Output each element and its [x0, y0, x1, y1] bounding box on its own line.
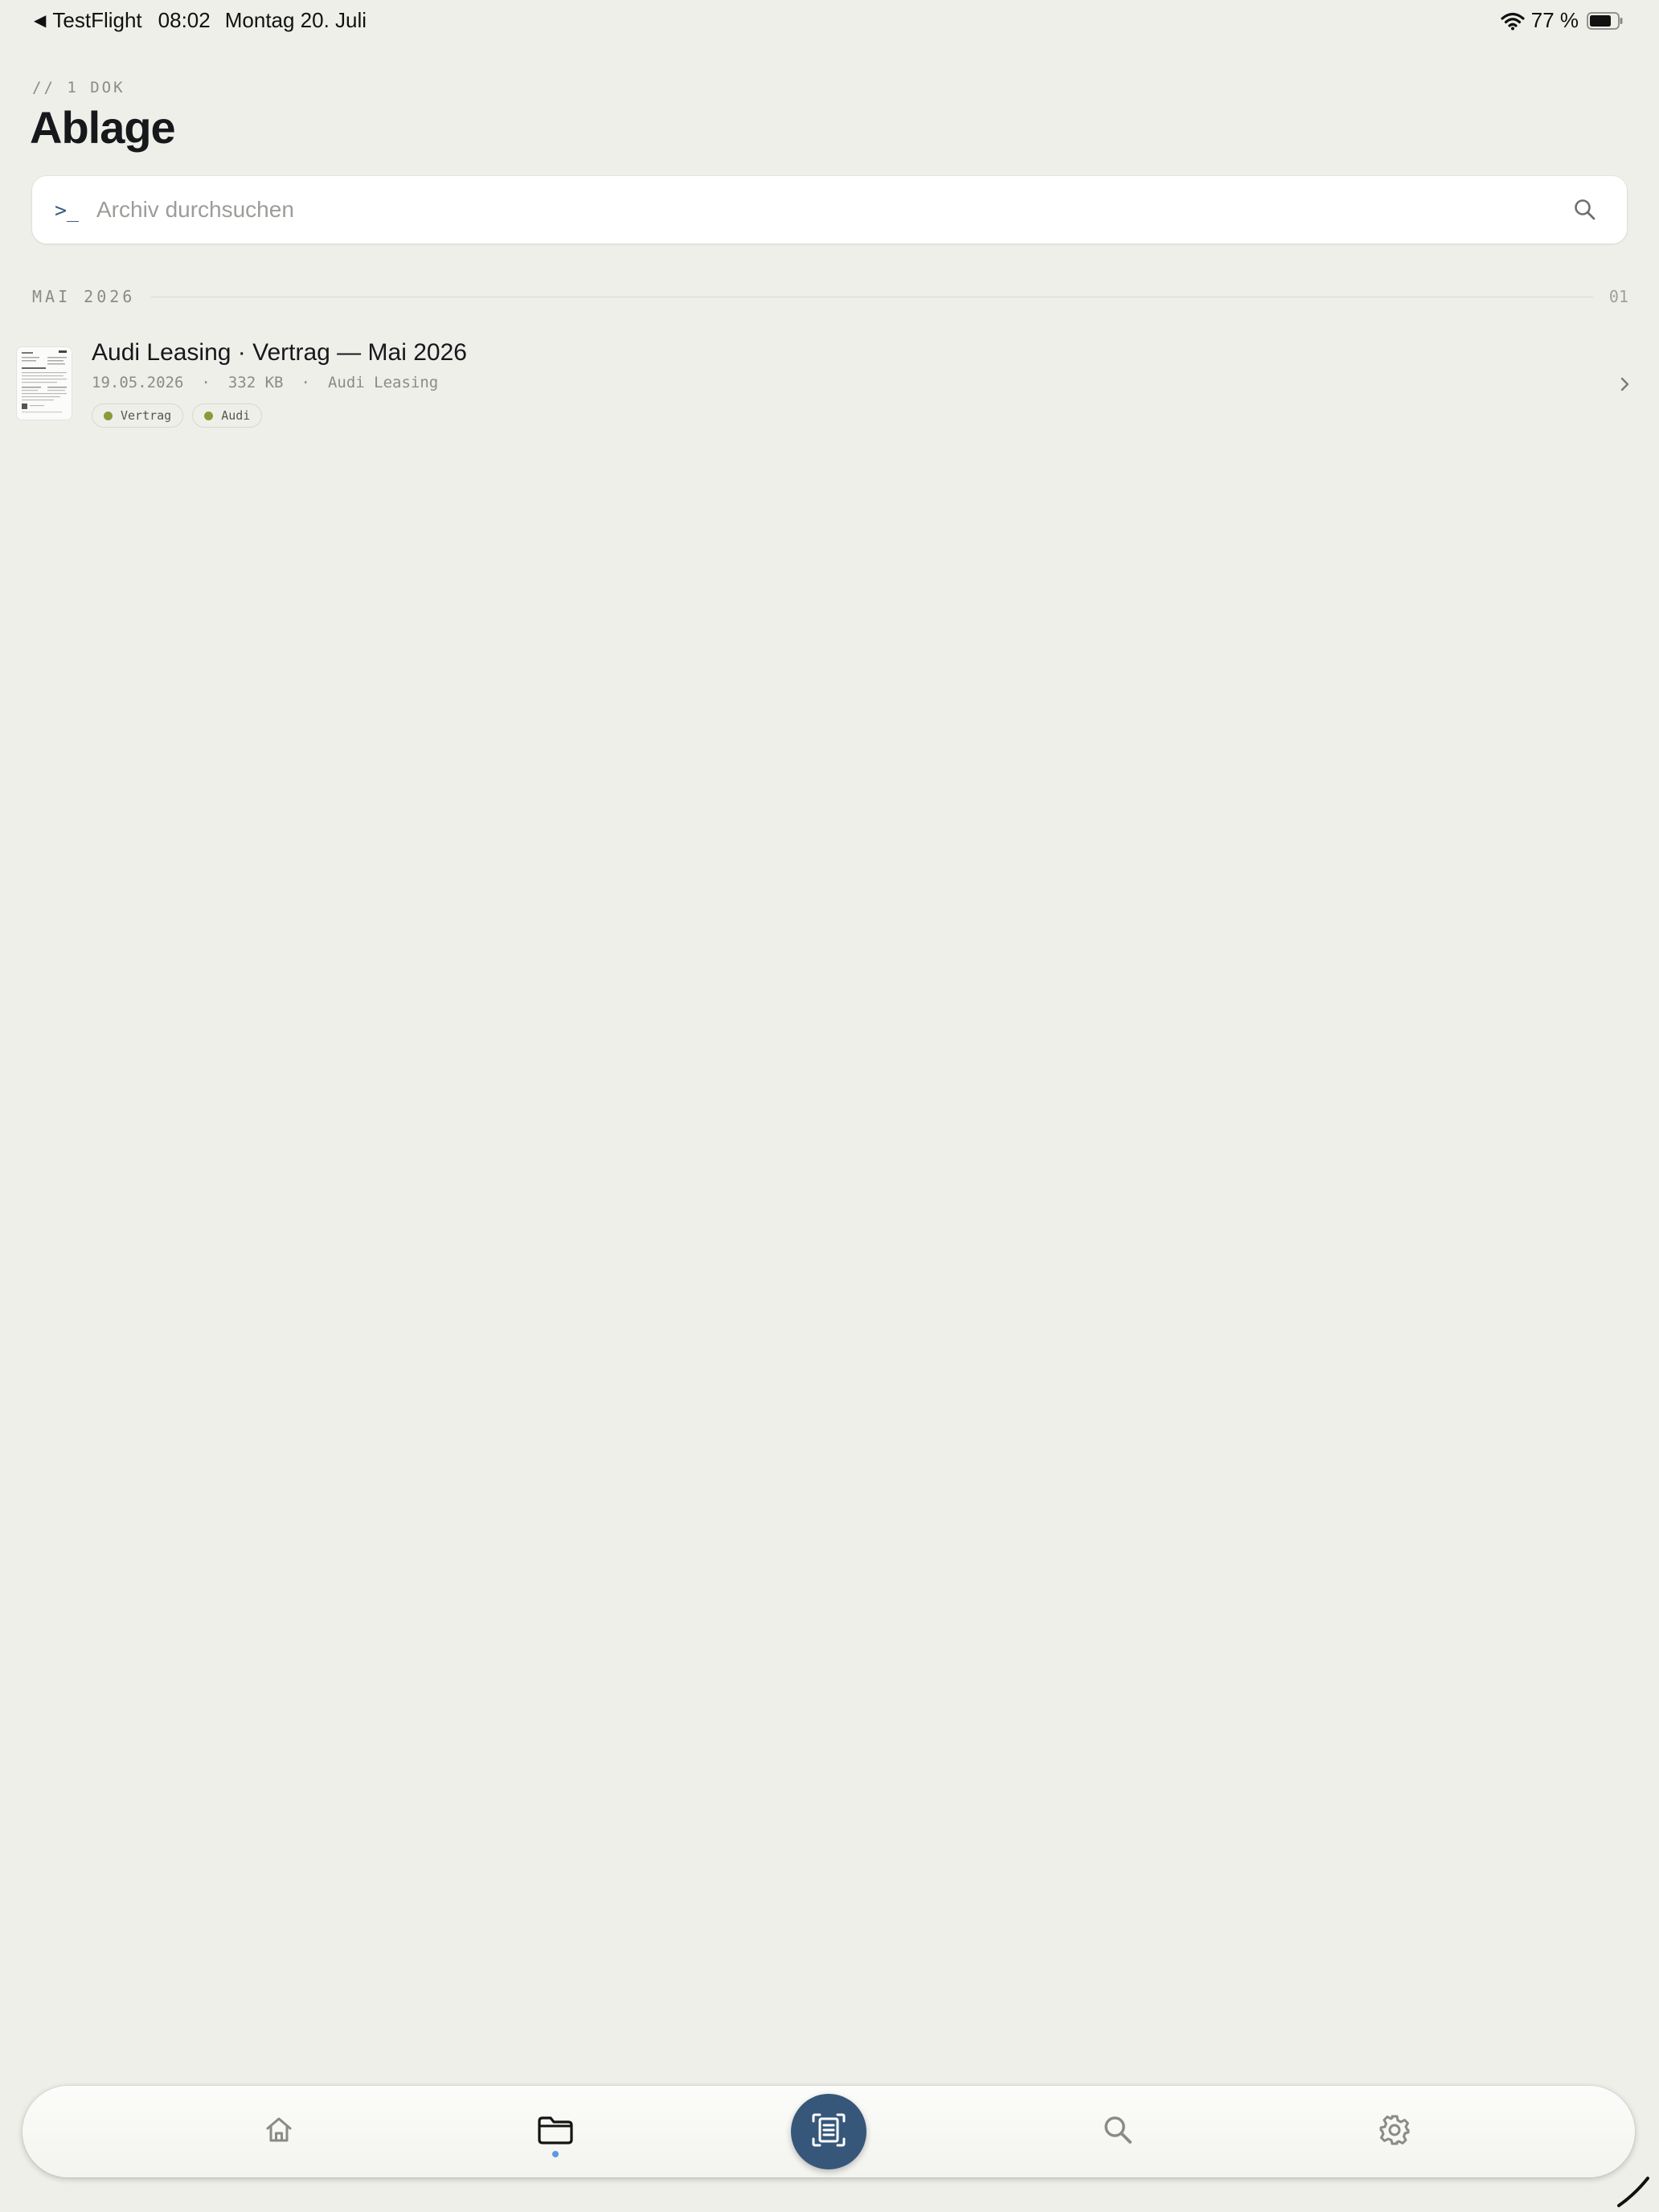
tag-label: Audi [221, 408, 251, 423]
search-icon [1102, 2114, 1134, 2150]
document-count-label: // 1 DOK [32, 79, 125, 96]
search-input[interactable] [95, 185, 1567, 235]
tab-search[interactable] [1082, 2086, 1154, 2177]
chevron-right-icon [1616, 373, 1635, 395]
tab-archive[interactable] [519, 2086, 592, 2177]
document-tags: Vertrag Audi [92, 403, 271, 428]
home-icon [263, 2114, 295, 2150]
page-title: Ablage [30, 102, 176, 153]
status-time: 08:02 [158, 8, 211, 32]
screen: ◀ TestFlight 08:02 Montag 20. Juli 77 % [0, 0, 1659, 2212]
section-count: 01 [1608, 287, 1628, 306]
status-right: 77 % [1501, 8, 1624, 33]
status-date: Montag 20. Juli [224, 8, 367, 32]
active-tab-indicator [552, 2151, 559, 2157]
back-to-app-link[interactable]: TestFlight [52, 8, 141, 33]
document-title: Audi Leasing · Vertrag — Mai 2026 [92, 339, 467, 366]
document-thumbnail [17, 347, 72, 420]
back-arrow-icon[interactable]: ◀ [34, 10, 46, 31]
battery-percentage: 77 % [1530, 8, 1579, 32]
section-title: MAI 2026 [32, 287, 136, 306]
status-bar: ◀ TestFlight 08:02 Montag 20. Juli 77 % [0, 0, 1659, 45]
search-icon[interactable] [1567, 192, 1603, 227]
tab-home[interactable] [243, 2086, 315, 2177]
document-size: 332 KB [227, 374, 284, 391]
wifi-icon [1501, 11, 1525, 31]
tag-dot [204, 411, 214, 420]
document-date: 19.05.2026 [92, 374, 184, 391]
gear-icon [1378, 2113, 1411, 2151]
tag-audi[interactable]: Audi [192, 403, 263, 428]
battery-icon [1587, 11, 1624, 30]
meta-separator: · [301, 374, 310, 391]
tag-label: Vertrag [121, 408, 172, 423]
prompt-icon: >_ [55, 198, 80, 222]
tab-settings[interactable] [1358, 2086, 1431, 2177]
document-meta: 19.05.2026 · 332 KB · Audi Leasing [92, 374, 438, 391]
folder-icon [537, 2114, 574, 2150]
scan-document-icon [810, 2112, 847, 2153]
search-bar[interactable]: >_ [32, 176, 1627, 244]
scroll-indicator-icon [1616, 2170, 1654, 2209]
tag-vertrag[interactable]: Vertrag [92, 403, 184, 428]
document-row[interactable]: Audi Leasing · Vertrag — Mai 2026 19.05.… [0, 330, 1659, 437]
tag-dot [104, 411, 113, 420]
section-header: MAI 2026 01 [32, 285, 1628, 309]
status-left: ◀ TestFlight 08:02 Montag 20. Juli [34, 8, 367, 33]
scan-document-button[interactable] [791, 2094, 866, 2169]
document-source: Audi Leasing [327, 374, 439, 391]
meta-separator: · [201, 374, 211, 391]
